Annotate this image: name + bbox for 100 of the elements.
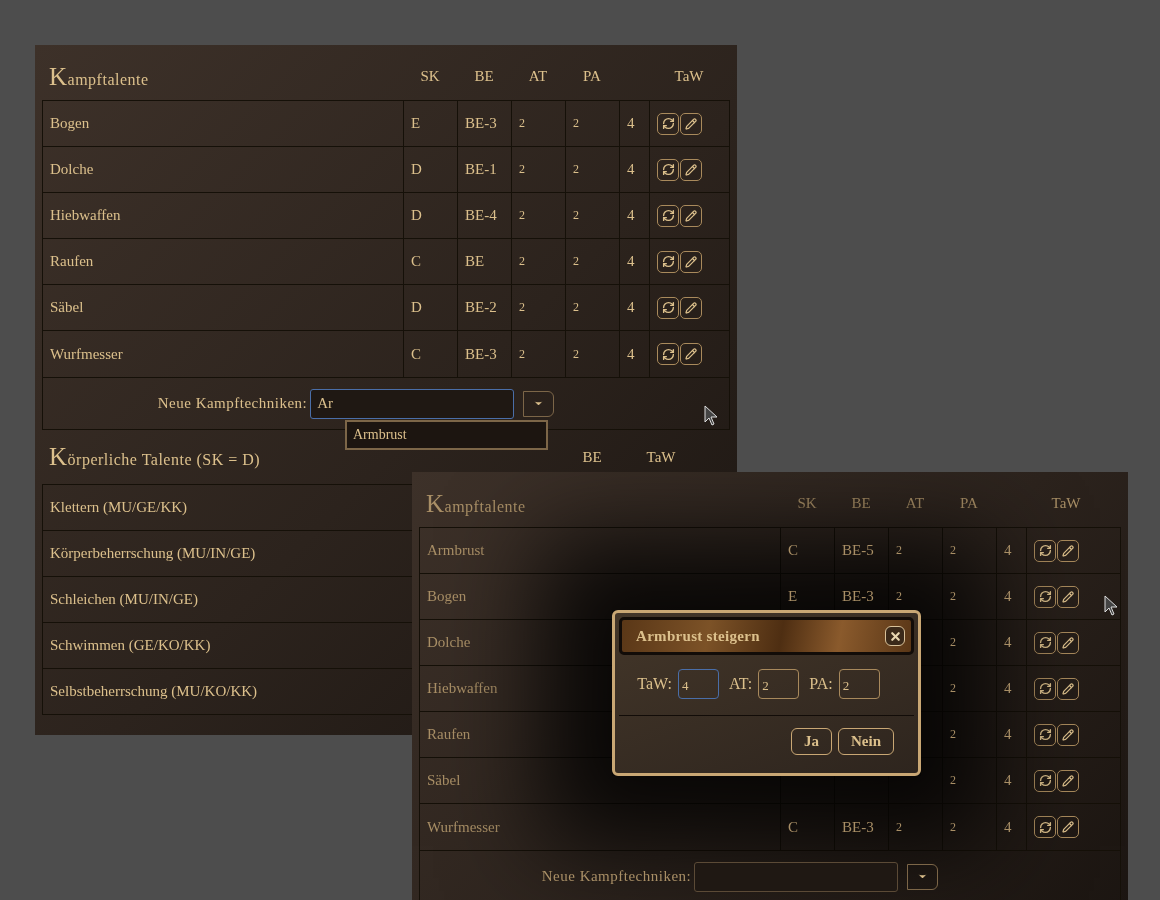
- edit-button[interactable]: [1057, 677, 1079, 700]
- edit-button[interactable]: [1057, 769, 1079, 792]
- suggestion-item[interactable]: Armbrust: [345, 420, 548, 450]
- refresh-button[interactable]: [657, 204, 679, 227]
- edit-button[interactable]: [680, 204, 702, 227]
- taw-value: 4: [1004, 818, 1012, 836]
- table-cell: BE-3: [842, 588, 874, 605]
- table-cell: BE-2: [465, 299, 497, 316]
- close-button[interactable]: [885, 626, 905, 646]
- table-cell: 2: [896, 543, 902, 558]
- talent-name: Bogen: [43, 101, 404, 146]
- refresh-button[interactable]: [1034, 677, 1056, 700]
- table-cell: 2: [573, 254, 579, 269]
- edit-button[interactable]: [1057, 631, 1079, 654]
- table-cell: 2: [573, 116, 579, 131]
- column-header: PA: [959, 495, 979, 512]
- refresh-icon: [1038, 682, 1052, 695]
- edit-button[interactable]: [680, 158, 702, 181]
- table-cell: BE-1: [465, 161, 497, 178]
- table-cell: 2: [950, 681, 956, 696]
- table-cell: D: [411, 161, 422, 178]
- talent-name: Hiebwaffen: [43, 193, 404, 238]
- edit-button[interactable]: [1057, 816, 1079, 838]
- refresh-button[interactable]: [1034, 816, 1056, 838]
- close-icon: [888, 629, 902, 643]
- field-label: Neue Kampftechniken:: [157, 395, 308, 412]
- refresh-button[interactable]: [1034, 769, 1056, 792]
- number-input-field[interactable]: 2: [758, 669, 800, 699]
- table-cell: BE-3: [842, 818, 874, 836]
- section-title: Kampftalente: [425, 489, 527, 518]
- refresh-button[interactable]: [1034, 539, 1056, 562]
- technique-input-field[interactable]: [694, 861, 899, 892]
- mouse-pointer-icon: [704, 405, 718, 426]
- edit-button[interactable]: [680, 343, 702, 365]
- column-header: TaW: [645, 448, 677, 466]
- table-cell: 2: [573, 346, 579, 362]
- talent-name: Säbel: [43, 285, 404, 330]
- field-label: TaW:: [637, 675, 673, 693]
- table-cell: 2: [519, 162, 525, 177]
- refresh-button[interactable]: [657, 250, 679, 273]
- column-header: SK: [796, 495, 818, 512]
- refresh-button[interactable]: [657, 158, 679, 181]
- mouse-pointer-icon: [1104, 595, 1118, 616]
- pencil-icon: [1062, 821, 1074, 833]
- edit-button[interactable]: [1057, 585, 1079, 608]
- dialog-button[interactable]: Ja: [791, 728, 832, 755]
- column-header: BE: [581, 448, 603, 466]
- refresh-button[interactable]: [657, 343, 679, 365]
- edit-button[interactable]: [1057, 539, 1079, 562]
- refresh-button[interactable]: [657, 296, 679, 319]
- dialog-button[interactable]: Nein: [838, 728, 894, 755]
- taw-value: 4: [627, 345, 635, 363]
- taw-value: 4: [1004, 634, 1012, 651]
- table-cell: 2: [573, 208, 579, 223]
- section-title: Körperliche Talente (SK = D): [48, 443, 262, 471]
- edit-button[interactable]: [680, 112, 702, 135]
- column-header: BE: [473, 68, 495, 85]
- edit-button[interactable]: [680, 250, 702, 273]
- refresh-button[interactable]: [657, 112, 679, 135]
- talent-name: Wurfmesser: [43, 331, 404, 377]
- taw-value: 4: [627, 161, 635, 178]
- table-cell: D: [411, 299, 422, 316]
- taw-value: 4: [627, 207, 635, 224]
- refresh-icon: [1038, 544, 1052, 557]
- field-label: Neue Kampftechniken:: [541, 868, 692, 885]
- refresh-icon: [661, 255, 675, 268]
- pencil-icon: [1062, 544, 1074, 557]
- edit-button[interactable]: [1057, 723, 1079, 746]
- table-cell: 2: [950, 819, 956, 835]
- pencil-icon: [685, 348, 697, 360]
- pencil-icon: [685, 117, 697, 130]
- table-cell: 2: [519, 346, 525, 362]
- pencil-icon: [685, 209, 697, 222]
- number-input-field[interactable]: 2: [838, 669, 880, 699]
- refresh-icon: [661, 301, 675, 314]
- pencil-icon: [1062, 682, 1074, 695]
- refresh-icon: [1038, 636, 1052, 649]
- table-cell: C: [411, 345, 421, 363]
- refresh-icon: [661, 209, 675, 222]
- refresh-icon: [1038, 728, 1052, 741]
- refresh-button[interactable]: [1034, 585, 1056, 608]
- table-cell: 2: [519, 116, 525, 131]
- technique-input-field[interactable]: Ar: [310, 388, 515, 419]
- table-cell: 2: [950, 589, 956, 604]
- dropdown-button[interactable]: [907, 863, 939, 890]
- refresh-button[interactable]: [1034, 631, 1056, 654]
- refresh-icon: [1038, 590, 1052, 603]
- talent-name: Armbrust: [420, 528, 781, 573]
- table-cell: 2: [896, 589, 902, 604]
- taw-value: 4: [627, 299, 635, 316]
- edit-button[interactable]: [680, 296, 702, 319]
- pencil-icon: [1062, 728, 1074, 741]
- taw-value: 4: [1004, 772, 1012, 789]
- dropdown-button[interactable]: [523, 390, 555, 417]
- pencil-icon: [1062, 636, 1074, 649]
- refresh-button[interactable]: [1034, 723, 1056, 746]
- table-cell: 2: [519, 300, 525, 315]
- refresh-icon: [661, 163, 675, 176]
- table-cell: 2: [519, 208, 525, 223]
- number-input-field[interactable]: 4: [678, 669, 720, 699]
